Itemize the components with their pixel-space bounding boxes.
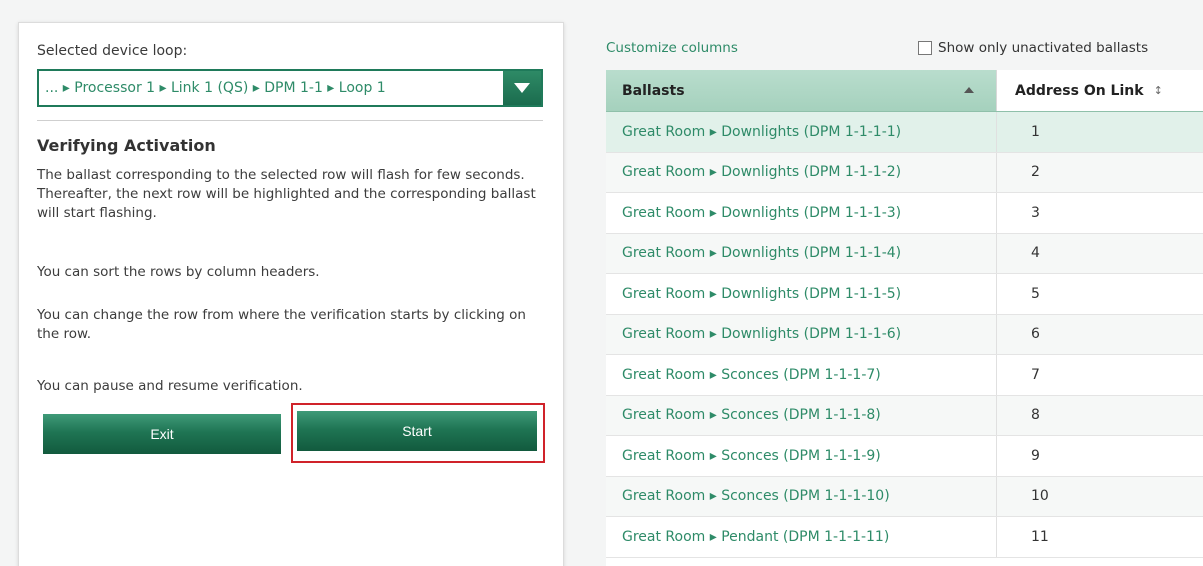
address-cell: 9	[996, 436, 1203, 476]
table-row[interactable]: Great Room ▸ Downlights (DPM 1-1-1-5) 5	[606, 274, 1203, 315]
instruction-text: You can sort the rows by column headers.	[37, 264, 320, 280]
ballast-cell: Great Room ▸ Sconces (DPM 1-1-1-7)	[622, 366, 881, 383]
column-options-icon[interactable]: ↕	[1154, 84, 1163, 97]
ballast-cell: Great Room ▸ Sconces (DPM 1-1-1-9)	[622, 447, 881, 464]
ballast-cell: Great Room ▸ Downlights (DPM 1-1-1-5)	[622, 285, 902, 302]
chevron-down-icon	[514, 83, 530, 93]
ballast-cell: Great Room ▸ Downlights (DPM 1-1-1-3)	[622, 204, 902, 221]
table-row[interactable]: Great Room ▸ Downlights (DPM 1-1-1-1) 1	[606, 112, 1203, 153]
section-title: Verifying Activation	[37, 136, 216, 155]
table-row[interactable]: Great Room ▸ Pendant (DPM 1-1-1-11) 11	[606, 517, 1203, 558]
address-cell: 10	[996, 476, 1203, 516]
address-cell: 11	[996, 517, 1203, 557]
ballast-cell: Great Room ▸ Downlights (DPM 1-1-1-4)	[606, 233, 996, 273]
address-cell: 7	[996, 355, 1203, 395]
show-only-label: Show only unactivated ballasts	[938, 40, 1149, 56]
loop-label: Selected device loop:	[37, 43, 188, 59]
device-loop-select[interactable]: ... ▸ Processor 1 ▸ Link 1 (QS) ▸ DPM 1-…	[37, 69, 543, 107]
dropdown-button[interactable]	[503, 71, 541, 105]
ballast-cell: Great Room ▸ Sconces (DPM 1-1-1-10)	[606, 476, 996, 516]
unactivated-checkbox[interactable]	[918, 41, 932, 55]
column-header-ballasts[interactable]: Ballasts	[606, 70, 996, 111]
address-cell: 5	[996, 274, 1203, 314]
table-row[interactable]: Great Room ▸ Sconces (DPM 1-1-1-9) 9	[606, 436, 1203, 477]
verification-panel: Selected device loop: ... ▸ Processor 1 …	[18, 22, 564, 566]
instruction-text: You can pause and resume verification.	[37, 378, 303, 394]
table-row[interactable]: Great Room ▸ Downlights (DPM 1-1-1-4) 4	[606, 233, 1203, 274]
loop-path: ... ▸ Processor 1 ▸ Link 1 (QS) ▸ DPM 1-…	[45, 80, 386, 96]
address-cell: 4	[996, 233, 1203, 273]
customize-columns-link[interactable]: Customize columns	[606, 40, 738, 56]
column-header-label: Address On Link	[1015, 82, 1144, 99]
address-cell: 1	[996, 112, 1203, 152]
table-body: Great Room ▸ Downlights (DPM 1-1-1-1) 1 Gr…	[606, 112, 1203, 558]
ballast-cell: Great Room ▸ Downlights (DPM 1-1-1-2)	[606, 152, 996, 192]
show-only-unactivated-toggle[interactable]: Show only unactivated ballasts	[918, 40, 1148, 56]
ballast-table: Ballasts Address On Link ↕ Great Room ▸ …	[606, 70, 1203, 566]
column-header-address[interactable]: Address On Link ↕	[996, 70, 1203, 111]
instruction-text: The ballast corresponding to the selecte…	[37, 167, 536, 221]
column-header-label: Ballasts	[622, 82, 685, 99]
address-cell: 6	[996, 314, 1203, 354]
table-row[interactable]: Great Room ▸ Sconces (DPM 1-1-1-10) 10	[606, 476, 1203, 517]
start-button[interactable]: Start	[297, 411, 537, 451]
table-row[interactable]: Great Room ▸ Sconces (DPM 1-1-1-7) 7	[606, 355, 1203, 396]
table-row[interactable]: Great Room ▸ Sconces (DPM 1-1-1-8) 8	[606, 395, 1203, 436]
ballast-cell: Great Room ▸ Downlights (DPM 1-1-1-1)	[606, 112, 996, 152]
ballast-cell: Great Room ▸ Sconces (DPM 1-1-1-8)	[606, 395, 996, 435]
ballast-cell: Great Room ▸ Downlights (DPM 1-1-1-6)	[606, 314, 996, 354]
exit-button[interactable]: Exit	[43, 414, 281, 454]
address-cell: 8	[996, 395, 1203, 435]
sort-ascending-icon	[964, 87, 974, 93]
address-cell: 2	[996, 152, 1203, 192]
address-cell: 3	[996, 193, 1203, 233]
table-row[interactable]: Great Room ▸ Downlights (DPM 1-1-1-3) 3	[606, 193, 1203, 234]
table-row[interactable]: Great Room ▸ Downlights (DPM 1-1-1-6) 6	[606, 314, 1203, 355]
ballast-cell: Great Room ▸ Pendant (DPM 1-1-1-11)	[622, 528, 890, 545]
table-header: Ballasts Address On Link ↕	[606, 70, 1203, 112]
table-row[interactable]: Great Room ▸ Downlights (DPM 1-1-1-2) 2	[606, 152, 1203, 193]
instruction-text: You can change the row from where the ve…	[37, 307, 526, 342]
divider	[37, 120, 543, 121]
